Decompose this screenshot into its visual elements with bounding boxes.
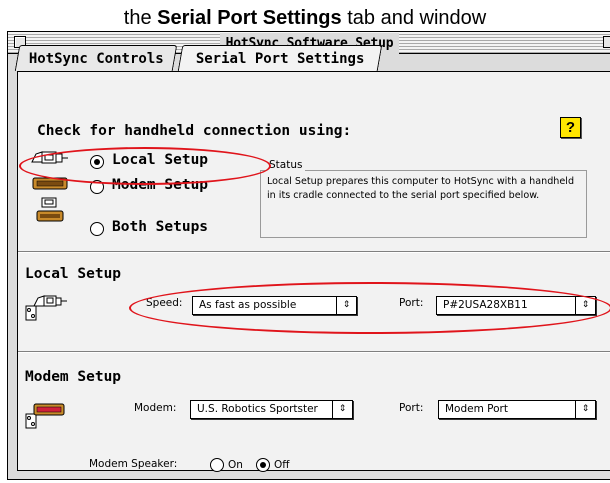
local-setup-heading: Local Setup [25, 266, 122, 282]
divider [18, 351, 610, 353]
caption: the Serial Port Settings tab and window [0, 6, 610, 30]
annotation-ellipse-local-setup [19, 147, 271, 185]
modem-speaker-label: Modem Speaker: [89, 458, 178, 470]
speaker-on-label: On [228, 459, 243, 471]
annotation-ellipse-speed-port [129, 282, 610, 334]
modem-port-value: Modem Port [445, 403, 508, 415]
modem-label: Modem: [134, 402, 177, 414]
modem-value: U.S. Robotics Sportster [197, 403, 318, 415]
popup-arrow-icon: ⇕ [575, 401, 595, 418]
caption-prefix: the [123, 7, 158, 29]
connection-heading: Check for handheld connection using: [37, 123, 352, 139]
cradle-serial-icon [25, 295, 67, 321]
popup-arrow-icon: ⇕ [332, 401, 352, 418]
divider [18, 251, 610, 253]
tab-serial-port-settings[interactable]: Serial Port Settings [177, 45, 383, 71]
both-setups-icon [36, 197, 64, 222]
modem-port-popup[interactable]: Modem Port ⇕ [438, 400, 596, 419]
tab-hotsync-controls[interactable]: HotSync Controls [14, 45, 178, 71]
both-setups-label: Both Setups [112, 219, 209, 235]
modem-setup-heading: Modem Setup [25, 369, 122, 385]
speaker-off-label: Off [274, 459, 290, 471]
zoom-box[interactable] [603, 36, 610, 48]
help-button[interactable]: ? [560, 117, 581, 138]
status-label: Status [266, 159, 306, 171]
modem-serial-icon [25, 403, 65, 429]
status-text: Local Setup prepares this computer to Ho… [267, 176, 575, 201]
speaker-on-radio[interactable] [210, 458, 224, 472]
modem-popup[interactable]: U.S. Robotics Sportster ⇕ [190, 400, 353, 419]
modem-port-label: Port: [399, 402, 424, 414]
caption-bold: Serial Port Settings [157, 7, 342, 29]
caption-suffix: tab and window [341, 7, 487, 29]
speaker-off-radio[interactable] [256, 458, 270, 472]
both-setups-radio[interactable] [90, 222, 104, 236]
